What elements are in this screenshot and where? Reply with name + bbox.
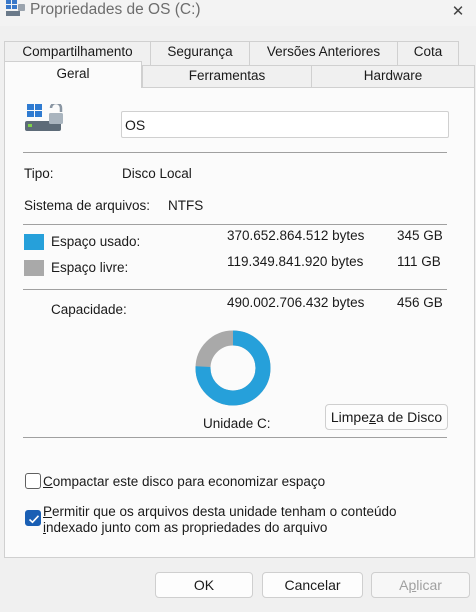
label-accel: C xyxy=(43,474,53,489)
label-text: ermitir que os arquivos desta unidade te… xyxy=(52,504,397,519)
index-label[interactable]: Permitir que os arquivos desta unidade t… xyxy=(43,504,396,536)
button-text: a de Disco xyxy=(375,409,443,425)
tab-ferramentas[interactable]: Ferramentas xyxy=(142,65,312,87)
free-space-gb: 111 GB xyxy=(397,254,441,269)
capacity-label: Capacidade: xyxy=(51,302,127,317)
disk-cleanup-button[interactable]: Limpe z a de Disco xyxy=(325,404,448,430)
button-text: A xyxy=(399,577,409,593)
filesystem-label: Sistema de arquivos: xyxy=(24,198,151,213)
tab-hardware[interactable]: Hardware xyxy=(311,65,475,87)
disk-usage-donut xyxy=(194,329,272,407)
label-text: ndexado junto com as propriedades do arq… xyxy=(46,520,328,535)
window-title: Propriedades de OS (C:) xyxy=(30,1,201,18)
checkmark-icon xyxy=(28,515,40,524)
ok-button[interactable]: OK xyxy=(155,572,253,598)
type-value: Disco Local xyxy=(122,166,192,181)
drive-properties-icon xyxy=(2,0,26,18)
capacity-gb: 456 GB xyxy=(397,295,443,310)
apply-button[interactable]: Ap licar xyxy=(371,572,470,598)
button-text: Cancelar xyxy=(284,577,341,593)
tab-label: Ferramentas xyxy=(188,68,266,83)
used-space-label: Espaço usado: xyxy=(51,234,141,249)
button-text: Limpe xyxy=(330,409,369,425)
used-space-swatch xyxy=(24,234,44,250)
tab-seguranca[interactable]: Segurança xyxy=(150,41,250,65)
button-text-accel: p xyxy=(408,577,417,593)
tab-geral[interactable]: Geral xyxy=(4,61,142,88)
close-icon: ✕ xyxy=(451,2,465,20)
index-checkbox[interactable] xyxy=(25,510,41,526)
used-space-gb: 345 GB xyxy=(397,228,443,243)
capacity-bytes: 490.002.706.432 bytes xyxy=(227,295,365,310)
label-accel: P xyxy=(43,504,53,519)
tab-label: Segurança xyxy=(167,44,233,59)
compress-checkbox[interactable] xyxy=(25,473,41,489)
drive-label: Unidade C: xyxy=(203,416,271,431)
cancel-button[interactable]: Cancelar xyxy=(262,572,363,598)
free-space-label: Espaço livre: xyxy=(51,260,129,275)
tab-label: Hardware xyxy=(363,68,423,83)
divider xyxy=(23,289,447,290)
divider xyxy=(23,224,447,225)
divider xyxy=(23,437,447,438)
tab-label: Cota xyxy=(413,44,443,59)
label-text: ompactar este disco para economizar espa… xyxy=(52,474,326,489)
tab-label: Geral xyxy=(56,66,90,81)
drive-icon xyxy=(25,101,67,136)
tab-cota[interactable]: Cota xyxy=(397,41,459,65)
type-label: Tipo: xyxy=(24,166,54,181)
filesystem-value: NTFS xyxy=(168,198,204,213)
tab-label: Versões Anteriores xyxy=(266,44,381,59)
tab-versoes-anteriores[interactable]: Versões Anteriores xyxy=(249,41,398,65)
compress-label[interactable]: Compactar este disco para economizar esp… xyxy=(43,474,325,489)
free-space-swatch xyxy=(24,260,44,276)
drive-name-input[interactable] xyxy=(121,111,449,138)
close-button[interactable]: ✕ xyxy=(440,0,476,22)
button-text-accel: z xyxy=(368,409,376,425)
button-text: licar xyxy=(416,577,442,593)
used-space-bytes: 370.652.864.512 bytes xyxy=(227,228,365,243)
free-space-bytes: 119.349.841.920 bytes xyxy=(227,254,364,269)
divider xyxy=(23,152,447,153)
tab-label: Compartilhamento xyxy=(22,44,133,59)
button-text: OK xyxy=(193,577,215,593)
